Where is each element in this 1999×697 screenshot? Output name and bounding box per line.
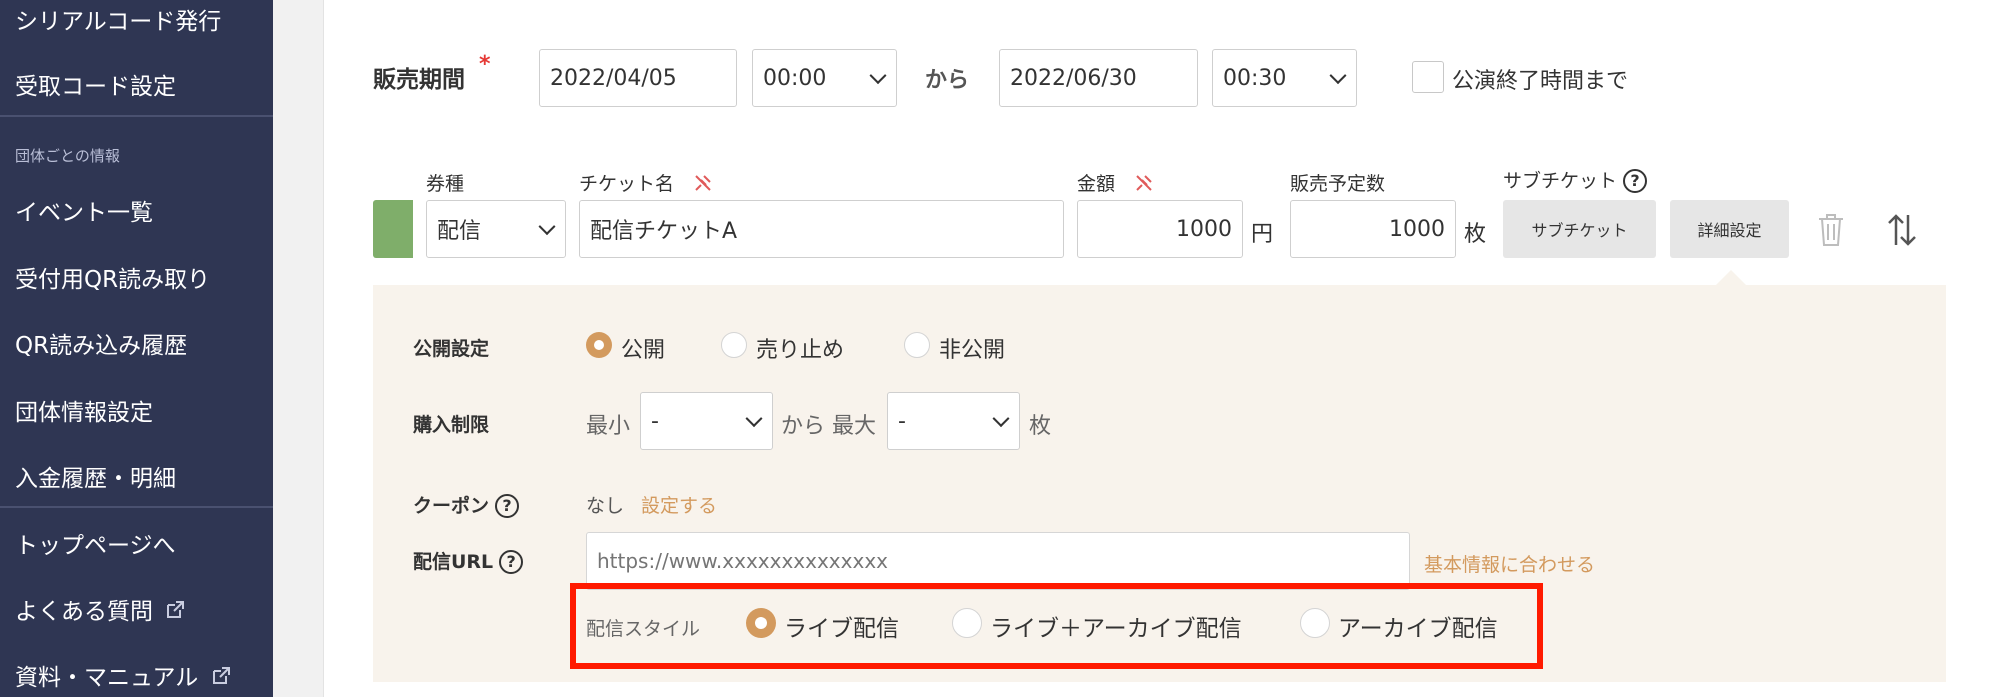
coupon-value: なし [586,495,625,517]
chevron-down-icon [869,67,887,85]
quantity-input[interactable]: 1000 [1290,200,1456,258]
period-separator: から [925,68,970,93]
sidebar-item-label: 資料・マニュアル [15,665,199,691]
purchase-limit-unit: 枚 [1029,414,1052,439]
help-icon[interactable]: ? [499,550,524,574]
sidebar-item-top-page[interactable]: トップページへ [15,526,176,560]
start-time-select[interactable]: 00:00 [752,49,897,107]
visibility-public-label: 公開 [621,338,666,363]
price-unit: 円 [1251,222,1274,247]
start-date-input[interactable]: 2022/04/05 [539,49,737,107]
purchase-min-select[interactable]: - [640,392,773,450]
purchase-min-label: 最小 [586,414,631,439]
external-link-icon [212,667,230,684]
purchase-min-value: - [651,408,659,434]
sidebar-item-qr-scan[interactable]: 受付用QR読み取り [15,260,210,294]
purchase-limit-label: 購入制限 [413,414,490,436]
ticket-color-tab [373,200,413,258]
header-quantity: 販売予定数 [1290,173,1386,195]
help-icon[interactable]: ? [495,494,520,518]
translate-off-icon [695,175,711,191]
help-icon[interactable]: ? [1623,169,1648,193]
sidebar-item-serial-code[interactable]: シリアルコード発行 [15,2,221,36]
sidebar-item-payments[interactable]: 入金履歴・明細 [15,459,176,493]
end-time-value: 00:30 [1223,65,1287,91]
sidebar-item-events[interactable]: イベント一覧 [15,193,153,227]
stream-url-label: 配信URL? [413,547,524,574]
sort-arrows-icon[interactable] [1885,212,1919,248]
visibility-private-label: 非公開 [939,338,1006,363]
header-name-label: チケット名 [579,173,675,195]
sidebar-item-receive-code[interactable]: 受取コード設定 [15,67,176,101]
sidebar-item-qr-history[interactable]: QR読み込み履歴 [15,326,187,360]
sidebar-divider [0,506,273,508]
stream-url-label-text: 配信URL [413,551,494,573]
end-time-select[interactable]: 00:30 [1212,49,1357,107]
trash-icon[interactable] [1815,212,1847,248]
header-subticket-label: サブチケット [1503,170,1618,192]
translate-off-icon [1136,175,1152,191]
sidebar-divider [0,115,273,117]
visibility-private-radio[interactable] [904,332,930,358]
header-name: チケット名 [579,169,714,196]
detail-settings-button[interactable]: 詳細設定 [1670,200,1789,258]
visibility-label: 公開設定 [413,338,490,360]
chevron-down-icon [745,410,763,428]
visibility-public-radio[interactable] [586,332,612,358]
purchase-range-separator: から 最大 [781,414,876,439]
ticket-type-value: 配信 [437,219,482,244]
coupon-label: クーポン? [413,491,520,518]
quantity-unit: 枚 [1464,222,1487,247]
subticket-button[interactable]: サブチケット [1503,200,1656,258]
chevron-down-icon [538,218,556,236]
match-basic-info-link[interactable]: 基本情報に合わせる [1424,550,1595,577]
coupon-label-text: クーポン [413,495,490,517]
until-end-checkbox[interactable] [1412,61,1444,93]
sidebar-item-group-settings[interactable]: 団体情報設定 [15,393,153,427]
header-type: 券種 [426,173,465,195]
ticket-type-select[interactable]: 配信 [426,200,566,258]
purchase-max-select[interactable]: - [887,392,1020,450]
ticket-name-input[interactable]: 配信チケットA [579,200,1064,258]
end-date-input[interactable]: 2022/06/30 [999,49,1198,107]
sales-period-label: 販売期間 * [373,52,491,93]
price-input[interactable]: 1000 [1077,200,1243,258]
header-price: 金額 [1077,169,1155,196]
detail-pointer [1715,270,1747,286]
sidebar-item-label: よくある質問 [15,599,153,625]
chevron-down-icon [992,410,1010,428]
chevron-down-icon [1329,67,1347,85]
sidebar-item-manual[interactable]: 資料・マニュアル [15,658,232,692]
purchase-max-value: - [898,408,906,434]
highlight-box [570,583,1543,669]
visibility-stop-radio[interactable] [721,332,747,358]
sidebar-item-faq[interactable]: よくある質問 [15,592,186,626]
required-mark: * [479,52,491,77]
header-subticket: サブチケット? [1503,166,1648,193]
sidebar-section-label: 団体ごとの情報 [15,147,120,165]
header-price-label: 金額 [1077,173,1116,195]
start-time-value: 00:00 [763,65,827,91]
external-link-icon [167,601,185,618]
until-end-label: 公演終了時間まで [1452,69,1629,94]
sidebar: シリアルコード発行 受取コード設定 団体ごとの情報 イベント一覧 受付用QR読み… [0,0,273,697]
visibility-stop-label: 売り止め [756,338,845,363]
stream-url-input[interactable] [586,532,1410,590]
coupon-set-link[interactable]: 設定する [641,491,717,518]
